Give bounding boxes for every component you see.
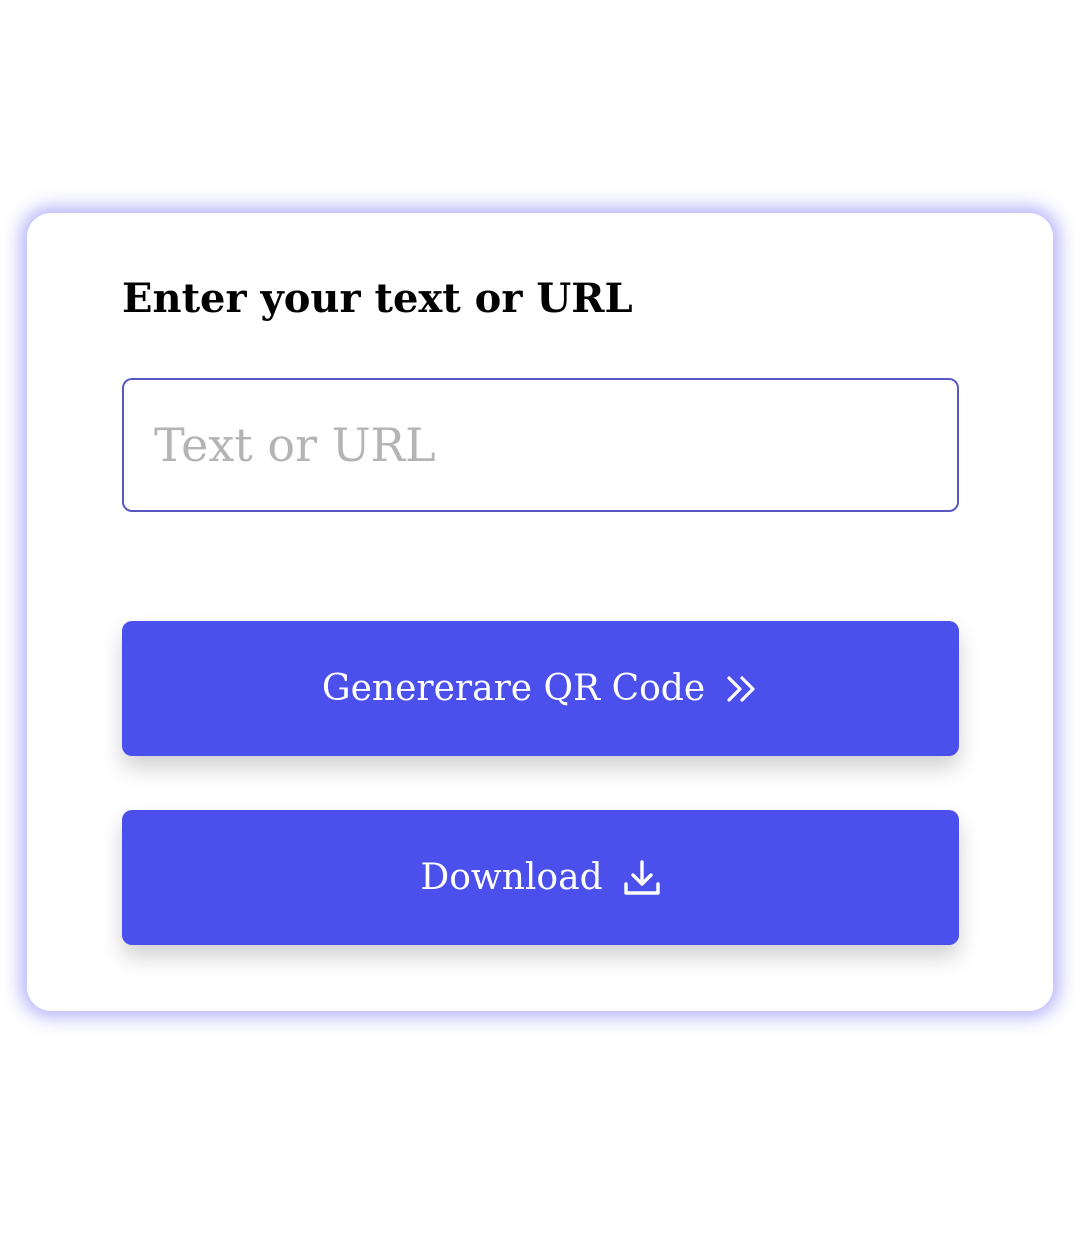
generate-button-label: Genererare QR Code	[321, 668, 706, 709]
qr-generator-card: Enter your text or URL Genererare QR Cod…	[27, 213, 1053, 1011]
generate-qr-code-button[interactable]: Genererare QR Code	[122, 621, 959, 756]
download-icon	[623, 859, 661, 897]
download-button-label: Download	[420, 857, 603, 898]
download-button[interactable]: Download	[122, 810, 959, 945]
double-chevron-right-icon	[725, 674, 759, 704]
text-or-url-input[interactable]	[122, 378, 959, 512]
form-title: Enter your text or URL	[122, 275, 633, 322]
